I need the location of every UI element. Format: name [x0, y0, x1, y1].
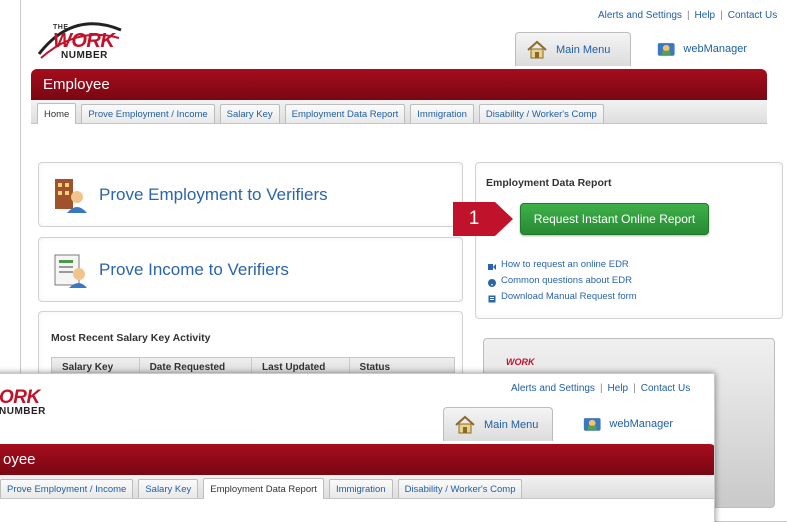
- edr-link-how-to[interactable]: How to request an online EDR: [488, 257, 637, 273]
- prove-income-text: Prove Income to Verifiers: [99, 259, 289, 279]
- tab-disability-workers-comp[interactable]: Disability / Worker's Comp: [478, 104, 604, 123]
- tab-employment-data-report[interactable]: Employment Data Report: [284, 104, 406, 123]
- section-header-bar: Employee: [31, 69, 767, 100]
- the-work-number-logo[interactable]: THE WORK NUMBER: [33, 16, 125, 62]
- separator: |: [633, 383, 636, 394]
- logo-number: NUMBER: [61, 50, 108, 61]
- front-section-title: oyee: [3, 451, 36, 468]
- top-links: Alerts and Settings | Help | Contact Us: [598, 10, 777, 21]
- tab-home[interactable]: Home: [37, 103, 77, 124]
- prove-employment-text: Prove Employment to Verifiers: [99, 184, 328, 204]
- front-webmanager-label: webManager: [609, 418, 673, 430]
- prove-income-card[interactable]: Prove Income to Verifiers: [38, 237, 463, 302]
- front-logo-work: ORK: [0, 387, 40, 408]
- front-alerts-link[interactable]: Alerts and Settings: [511, 383, 595, 394]
- front-main-menu-label: Main Menu: [484, 418, 539, 431]
- home-icon: [454, 415, 476, 435]
- edr-links: How to request an online EDR Common ques…: [488, 257, 637, 305]
- front-tab-disability-workers-comp[interactable]: Disability / Worker's Comp: [397, 479, 523, 498]
- tab-prove-employment-income[interactable]: Prove Employment / Income: [81, 104, 215, 123]
- alerts-settings-link[interactable]: Alerts and Settings: [598, 10, 682, 21]
- front-tab-salary-key[interactable]: Salary Key: [138, 479, 199, 498]
- webmanager-label: webManager: [683, 43, 747, 55]
- separator: |: [686, 10, 690, 21]
- front-tab-prove-employment-income[interactable]: Prove Employment / Income: [0, 479, 134, 498]
- separator: |: [599, 383, 603, 394]
- help-link[interactable]: Help: [695, 10, 716, 21]
- home-icon: [526, 40, 548, 60]
- edr-link-questions-label: Common questions about EDR: [501, 275, 632, 286]
- tab-immigration[interactable]: Immigration: [410, 104, 474, 123]
- building-person-icon: [53, 177, 87, 213]
- logo-work: WORK: [53, 30, 115, 52]
- main-menu-tab[interactable]: Main Menu: [515, 32, 631, 66]
- tab-salary-key[interactable]: Salary Key: [219, 104, 280, 123]
- section-title: Employee: [43, 76, 110, 93]
- edr-link-download-label: Download Manual Request form: [501, 291, 637, 302]
- logo-text: THE WORK NUMBER: [53, 24, 115, 61]
- tab-strip: Home Prove Employment / Income Salary Ke…: [31, 100, 767, 124]
- promo-logo: WORK: [506, 357, 535, 367]
- step-number: 1: [468, 208, 480, 229]
- video-icon: [488, 261, 496, 270]
- front-logo[interactable]: ORK NUMBER: [0, 388, 46, 417]
- request-instant-report-button[interactable]: Request Instant Online Report: [520, 203, 709, 235]
- edr-link-how-to-label: How to request an online EDR: [501, 259, 629, 270]
- webmanager-icon: [657, 39, 675, 59]
- edr-link-questions[interactable]: Common questions about EDR: [488, 273, 637, 289]
- edr-panel: Employment Data Report Request Instant O…: [475, 162, 783, 319]
- stage: Alerts and Settings | Help | Contact Us THE …: [0, 0, 787, 522]
- prove-employment-card[interactable]: Prove Employment to Verifiers: [38, 162, 463, 227]
- front-logo-number: NUMBER: [0, 406, 46, 417]
- front-screenshot: Alerts and Settings | Help | Contact Us ORK …: [0, 373, 715, 522]
- webmanager-icon: [583, 414, 601, 434]
- income-document-icon: [53, 252, 87, 288]
- front-help-link[interactable]: Help: [608, 383, 629, 394]
- document-icon: [488, 293, 496, 303]
- front-tab-employment-data-report[interactable]: Employment Data Report: [203, 478, 324, 499]
- front-main-menu-tab[interactable]: Main Menu: [443, 407, 553, 441]
- main-menu-label: Main Menu: [556, 43, 611, 56]
- question-icon: [488, 277, 496, 287]
- edr-title: Employment Data Report: [486, 177, 612, 189]
- separator: |: [720, 10, 723, 21]
- front-tab-immigration[interactable]: Immigration: [328, 479, 393, 498]
- front-contact-link[interactable]: Contact Us: [641, 383, 690, 394]
- step-callout: 1: [453, 202, 513, 236]
- edr-link-download[interactable]: Download Manual Request form: [488, 289, 637, 305]
- webmanager-tab[interactable]: webManager: [647, 32, 757, 66]
- front-tab-strip: Prove Employment / Income Salary Key Emp…: [0, 475, 714, 499]
- salary-activity-title: Most Recent Salary Key Activity: [51, 332, 211, 344]
- front-webmanager-tab[interactable]: webManager: [573, 407, 683, 441]
- front-top-links: Alerts and Settings | Help | Contact Us: [511, 383, 690, 394]
- contact-us-link[interactable]: Contact Us: [728, 10, 777, 21]
- front-section-header-bar: oyee: [0, 444, 714, 475]
